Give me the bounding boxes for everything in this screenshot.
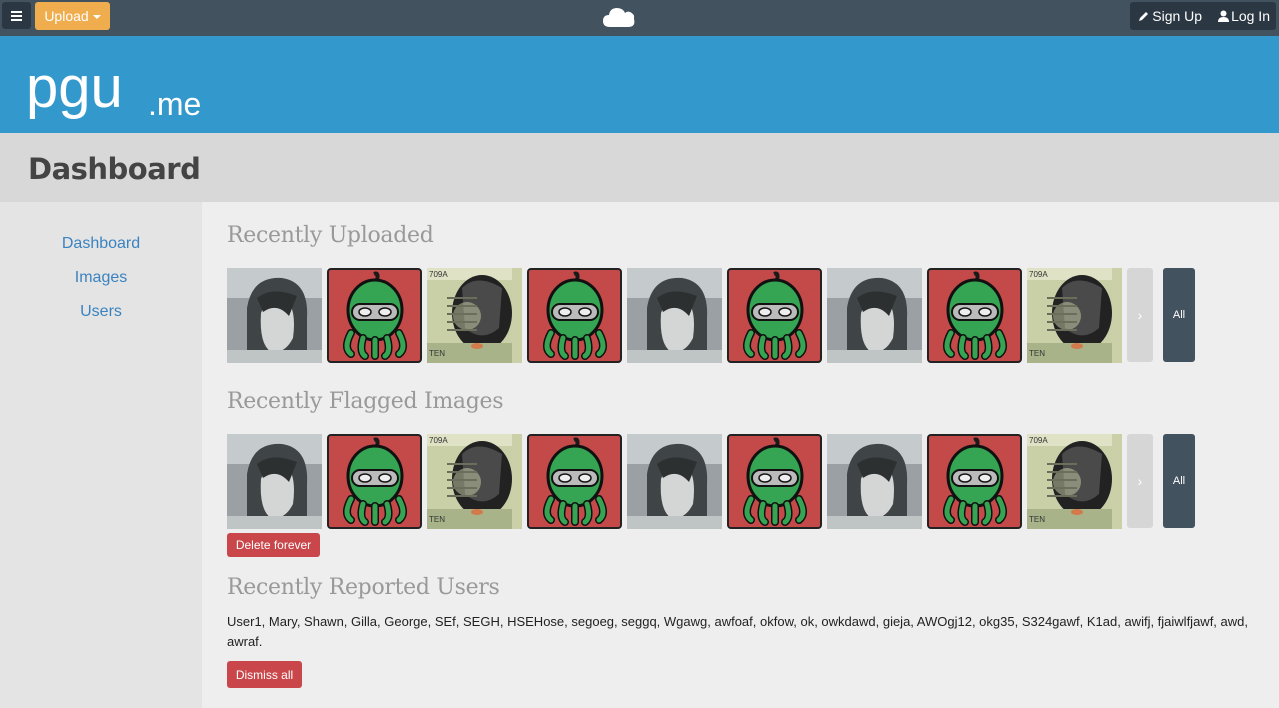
image-thumbnail-anime-girl[interactable] — [227, 268, 322, 363]
image-thumbnail-green-octopus[interactable] — [327, 434, 422, 529]
image-thumbnail-green-octopus[interactable] — [527, 434, 622, 529]
top-navbar: Upload Sign Up Log In — [0, 0, 1279, 36]
image-thumbnail-anime-girl[interactable] — [827, 434, 922, 529]
chevron-right-icon: › — [1137, 473, 1143, 489]
image-thumbnail-dollar-bill[interactable]: 709A TEN — [1027, 434, 1122, 529]
pencil-icon — [1139, 12, 1149, 21]
sidebar: Dashboard Images Users — [0, 202, 202, 708]
page-title: Dashboard — [28, 152, 201, 186]
image-thumbnail-green-octopus[interactable] — [727, 434, 822, 529]
site-logo[interactable]: pgu .me — [26, 45, 211, 130]
recently-reported-title: Recently Reported Users — [227, 575, 500, 600]
svg-text:TEN: TEN — [429, 515, 445, 524]
svg-text:TEN: TEN — [1029, 349, 1045, 358]
uploaded-next-button[interactable]: › — [1127, 268, 1153, 362]
sidebar-item-users[interactable]: Users — [0, 303, 202, 321]
uploaded-all-button[interactable]: All — [1163, 268, 1195, 362]
svg-text:709A: 709A — [429, 270, 448, 279]
dismiss-all-button[interactable]: Dismiss all — [227, 661, 302, 688]
sidebar-item-dashboard[interactable]: Dashboard — [0, 235, 202, 253]
brand-bar: pgu .me — [0, 36, 1279, 133]
logo-suffix: .me — [148, 86, 201, 122]
svg-text:TEN: TEN — [429, 349, 445, 358]
image-thumbnail-green-octopus[interactable] — [727, 268, 822, 363]
image-thumbnail-green-octopus[interactable] — [927, 434, 1022, 529]
signup-link[interactable]: Sign Up — [1138, 8, 1202, 24]
flagged-all-button[interactable]: All — [1163, 434, 1195, 528]
svg-text:TEN: TEN — [1029, 515, 1045, 524]
image-thumbnail-green-octopus[interactable] — [327, 268, 422, 363]
image-thumbnail-anime-girl[interactable] — [627, 434, 722, 529]
cloud-icon — [602, 5, 636, 34]
image-thumbnail-anime-girl[interactable] — [827, 268, 922, 363]
image-thumbnail-green-octopus[interactable] — [927, 268, 1022, 363]
image-thumbnail-dollar-bill[interactable]: 709A TEN — [427, 434, 522, 529]
page-header: Dashboard — [0, 133, 1279, 202]
menu-button[interactable] — [2, 2, 31, 29]
login-label: Log In — [1231, 8, 1270, 24]
recently-flagged-title: Recently Flagged Images — [227, 389, 504, 414]
image-thumbnail-green-octopus[interactable] — [527, 268, 622, 363]
logo-text: pgu — [26, 55, 123, 120]
sidebar-item-images[interactable]: Images — [0, 269, 202, 287]
svg-text:709A: 709A — [1029, 436, 1048, 445]
svg-text:709A: 709A — [1029, 270, 1048, 279]
flagged-next-button[interactable]: › — [1127, 434, 1153, 528]
upload-button-label: Upload — [44, 8, 89, 24]
hamburger-icon — [11, 11, 22, 21]
caret-down-icon — [92, 15, 101, 19]
image-thumbnail-dollar-bill[interactable]: 709A TEN — [1027, 268, 1122, 363]
login-link[interactable]: Log In — [1218, 8, 1270, 24]
auth-buttons: Sign Up Log In — [1130, 2, 1276, 30]
image-thumbnail-dollar-bill[interactable]: 709A TEN — [427, 268, 522, 363]
reported-users-list: User1, Mary, Shawn, Gilla, George, SEf, … — [227, 614, 1248, 649]
image-thumbnail-anime-girl[interactable] — [627, 268, 722, 363]
chevron-right-icon: › — [1137, 307, 1143, 323]
main-content: Recently Uploaded 709A TEN 709A TEN › All R… — [202, 202, 1279, 708]
upload-button[interactable]: Upload — [35, 2, 110, 30]
recently-uploaded-title: Recently Uploaded — [227, 223, 434, 248]
svg-text:709A: 709A — [429, 436, 448, 445]
signup-label: Sign Up — [1152, 8, 1203, 24]
image-thumbnail-anime-girl[interactable] — [227, 434, 322, 529]
delete-forever-button[interactable]: Delete forever — [227, 533, 320, 557]
user-icon — [1218, 10, 1230, 22]
